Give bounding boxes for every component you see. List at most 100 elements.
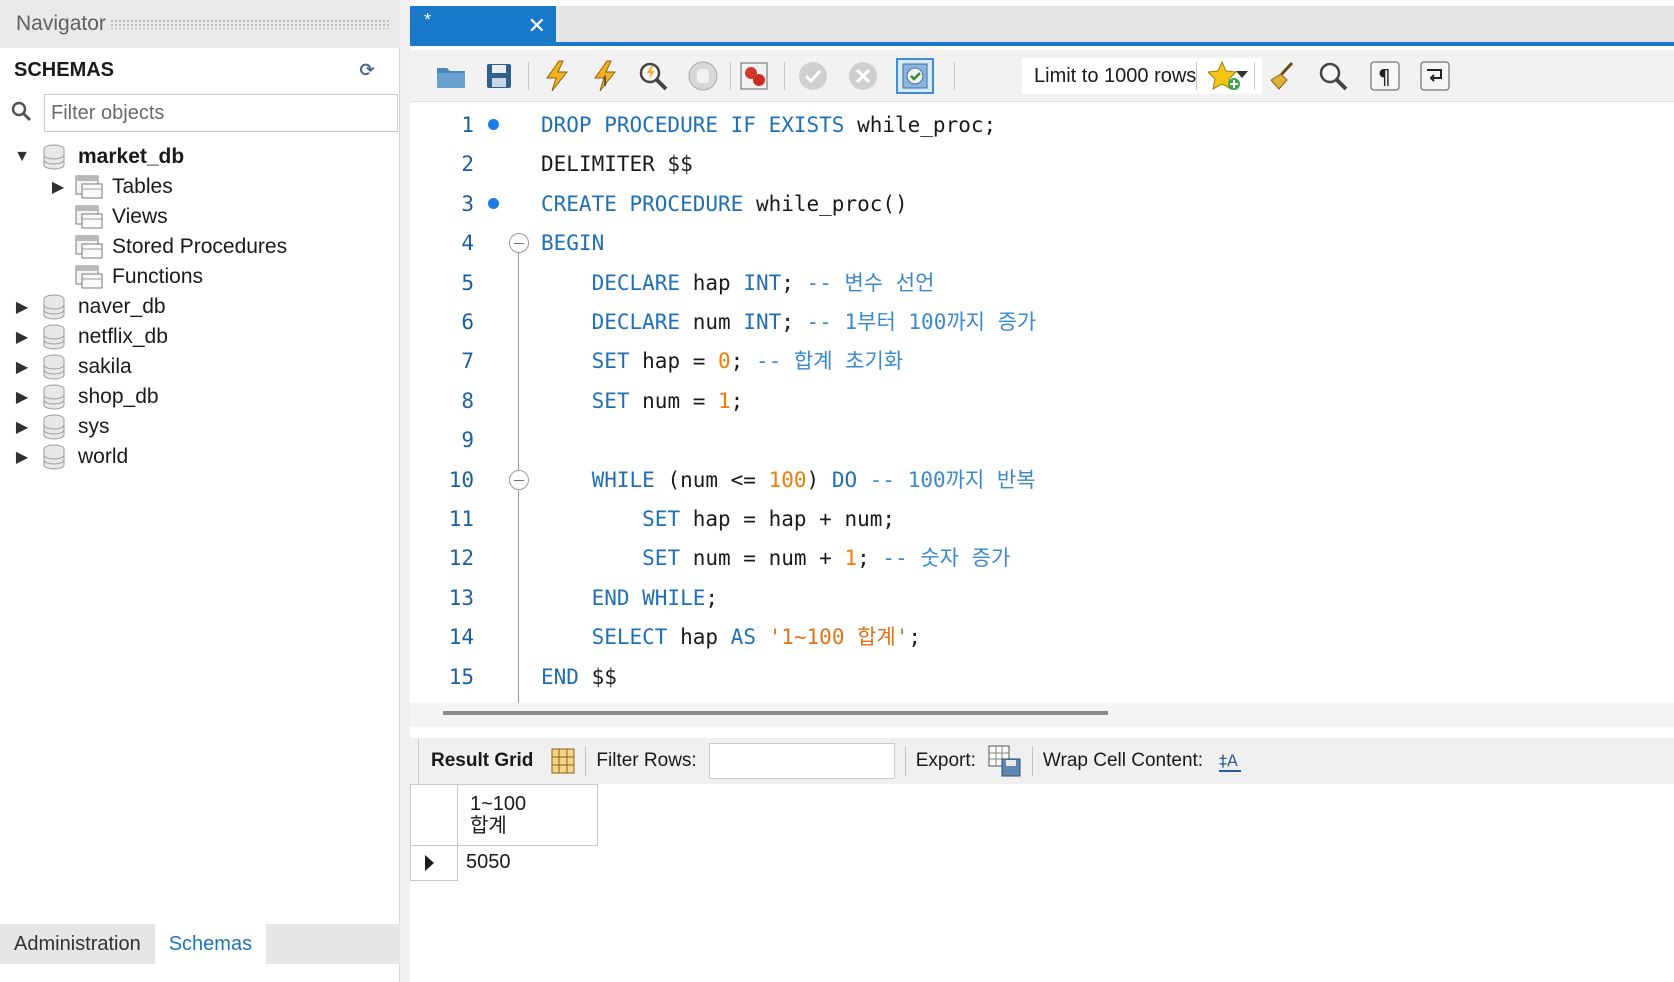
horizontal-scrollbar[interactable] (410, 703, 1674, 727)
code-line[interactable]: 1 DROP PROCEDURE IF EXISTS while_proc; (410, 105, 1674, 145)
grid-corner (410, 784, 458, 846)
schema-sys[interactable]: ▶ sys (14, 412, 110, 442)
collapsed-arrow-icon[interactable]: ▶ (14, 327, 30, 347)
query-tab[interactable]: * ✕ (410, 6, 556, 46)
code-line[interactable]: 13 END WHILE; (410, 578, 1674, 618)
broom-icon (1270, 61, 1294, 90)
code-token: SET (642, 546, 693, 571)
collapsed-arrow-icon[interactable]: ▶ (50, 177, 66, 197)
collapsed-arrow-icon[interactable]: ▶ (14, 357, 30, 377)
procedures-folder-icon (75, 235, 103, 259)
filter-rows-input[interactable] (708, 743, 895, 779)
code-editor[interactable]: 1 DROP PROCEDURE IF EXISTS while_proc; 2 DE… (410, 103, 1674, 723)
execute-button[interactable] (538, 58, 576, 94)
row-pointer-icon[interactable] (410, 845, 458, 881)
invisible-chars-button[interactable]: ¶ (1366, 58, 1404, 94)
rollback-button[interactable] (844, 58, 882, 94)
code-token: END WHILE (591, 585, 706, 610)
filter-objects-input[interactable] (44, 94, 398, 132)
schema-world[interactable]: ▶ world (14, 442, 128, 472)
code-line[interactable]: 2 DELIMITER $$ (410, 144, 1674, 184)
commit-button[interactable] (794, 58, 832, 94)
code-text: SET hap = hap + num; (541, 499, 895, 539)
collapsed-arrow-icon[interactable]: ▶ (14, 447, 30, 467)
wrap-icon (1420, 61, 1450, 91)
collapsed-arrow-icon[interactable]: ▶ (14, 417, 30, 437)
line-number: 15 (448, 664, 474, 689)
code-line[interactable]: 5 DECLARE hap INT; -- 변수 선언 (410, 263, 1674, 303)
column-header[interactable]: 1~100 합계 (457, 784, 598, 846)
result-grid-tab[interactable]: Result Grid (418, 738, 545, 784)
wrap-lines-button[interactable] (1416, 58, 1454, 94)
panel-grip[interactable] (109, 19, 390, 29)
expanded-arrow-icon[interactable]: ▼ (14, 148, 30, 166)
code-token: SET (642, 507, 693, 531)
autocommit-icon (902, 63, 928, 89)
toggle-error-stop-button[interactable] (736, 58, 774, 94)
schema-naver-db[interactable]: ▶ naver_db (14, 292, 166, 322)
code-text: DECLARE num INT; -- 1부터 100까지 증가 (541, 302, 1037, 342)
code-text: SET num = 1; (541, 381, 744, 421)
code-line[interactable]: 6 DECLARE num INT; -- 1부터 100까지 증가 (410, 302, 1674, 342)
database-icon (43, 144, 65, 170)
code-line[interactable]: 14 SELECT hap AS '1~100 합계'; (410, 617, 1674, 657)
code-line[interactable]: 12 SET num = num + 1; -- 숫자 증가 (410, 538, 1674, 578)
code-line[interactable]: 4 BEGIN (410, 223, 1674, 263)
tree-item-stored-procedures[interactable]: Stored Procedures (74, 232, 287, 262)
refresh-icon[interactable]: ⟳ (356, 60, 378, 80)
code-line[interactable]: 10 WHILE (num <= 100) DO -- 100까지 반복 (410, 460, 1674, 500)
execute-current-button[interactable]: I (586, 58, 624, 94)
scrollbar-thumb[interactable] (443, 711, 1108, 715)
line-number: 12 (448, 546, 474, 571)
star-plus-icon (1208, 60, 1240, 90)
find-button[interactable] (1314, 58, 1352, 94)
code-text: WHILE (num <= 100) DO -- 100까지 반복 (541, 460, 1036, 500)
tab-schemas[interactable]: Schemas (154, 924, 267, 964)
stop-button[interactable] (684, 58, 722, 94)
code-token: DO (831, 467, 870, 492)
code-line[interactable]: 9 (410, 420, 1674, 460)
line-number: 9 (461, 428, 474, 453)
add-snippet-button[interactable] (1206, 58, 1244, 94)
table-cell[interactable]: 5050 (457, 845, 598, 881)
explain-button[interactable] (634, 58, 672, 94)
statement-marker-icon (488, 197, 499, 209)
wrap-cell-icon[interactable]: ‡A (1219, 748, 1243, 774)
code-token: 1 (844, 546, 858, 571)
code-line[interactable]: 3 CREATE PROCEDURE while_proc() (410, 184, 1674, 224)
grid-layout-icon[interactable] (551, 748, 575, 774)
pilcrow-icon: ¶ (1370, 61, 1400, 91)
code-line[interactable]: 8 SET num = 1; (410, 381, 1674, 421)
open-file-button[interactable] (432, 58, 470, 94)
tab-administration[interactable]: Administration (0, 924, 155, 964)
collapsed-arrow-icon[interactable]: ▶ (14, 387, 30, 407)
close-icon[interactable]: ✕ (528, 13, 546, 39)
autocommit-toggle[interactable] (896, 58, 934, 94)
sql-toolbar: I Limit to 1000 rows ¶ (410, 50, 1674, 102)
code-token: -- 숫자 증가 (882, 546, 1011, 571)
fold-toggle-icon[interactable] (509, 469, 529, 490)
database-icon (43, 354, 65, 380)
code-line[interactable]: 15 END $$ (410, 657, 1674, 697)
schema-market-db[interactable]: ▼ market_db (14, 142, 184, 172)
schemas-header-label: SCHEMAS (14, 58, 115, 81)
tree-item-views[interactable]: Views (74, 202, 168, 232)
export-icon[interactable] (988, 745, 1022, 777)
code-line[interactable]: 11 SET hap = hap + num; (410, 499, 1674, 539)
beautify-button[interactable] (1264, 58, 1302, 94)
schema-sakila[interactable]: ▶ sakila (14, 352, 132, 382)
code-token: (num <= (667, 467, 769, 492)
code-token: while_proc() (755, 191, 908, 216)
tree-item-functions[interactable]: Functions (74, 262, 203, 292)
code-text: DELIMITER $$ (541, 144, 693, 184)
tree-item-tables[interactable]: ▶ Tables (50, 172, 173, 202)
code-token: DECLARE (591, 310, 693, 334)
code-token: DECLARE (591, 270, 693, 295)
fold-toggle-icon[interactable] (509, 233, 529, 254)
code-line[interactable]: 7 SET hap = 0; -- 합계 초기화 (410, 341, 1674, 381)
save-button[interactable] (480, 58, 518, 94)
collapsed-arrow-icon[interactable]: ▶ (14, 297, 30, 317)
schema-netflix-db[interactable]: ▶ netflix_db (14, 322, 168, 352)
schema-shop-db[interactable]: ▶ shop_db (14, 382, 159, 412)
